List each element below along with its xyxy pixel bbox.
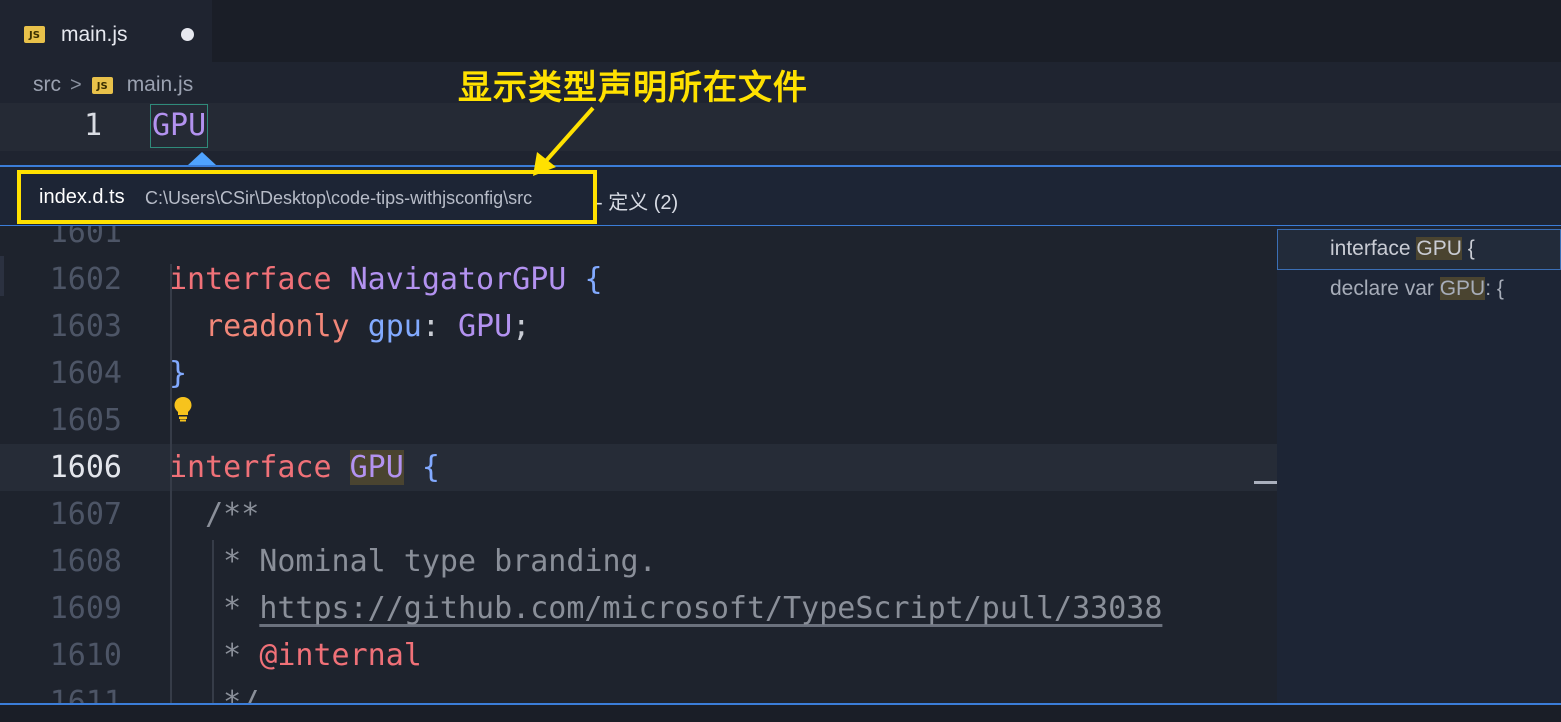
indent-guide	[170, 264, 172, 704]
code-line[interactable]: 1602 interface NavigatorGPU {	[0, 256, 1277, 303]
peek-pointer-icon	[188, 152, 216, 165]
code-token: ;	[512, 309, 531, 344]
code-line[interactable]: 1601	[0, 226, 1277, 256]
scrollbar-position-marker	[1254, 481, 1277, 484]
tab-label: main.js	[61, 23, 128, 46]
code-text: interface GPU {	[169, 444, 440, 491]
code-token: :	[421, 309, 458, 344]
code-line[interactable]: 1607 /**	[0, 491, 1277, 538]
code-line[interactable]: 1610 * @internal	[0, 632, 1277, 679]
line-number: 1602	[49, 262, 122, 297]
code-text: * Nominal type branding.	[169, 538, 657, 585]
code-token: *	[169, 591, 260, 626]
code-line[interactable]: 1608 * Nominal type branding.	[0, 538, 1277, 585]
reference-text: interface	[1330, 237, 1417, 260]
reference-text: declare var	[1330, 277, 1440, 300]
reference-text: : {	[1485, 277, 1504, 300]
code-text: * https://github.com/microsoft/TypeScrip…	[169, 585, 1162, 632]
line-number: 1610	[49, 638, 122, 673]
peek-definition-count: - 定义 (2)	[596, 192, 679, 214]
code-text: * @internal	[169, 632, 422, 679]
code-line[interactable]: 1604}	[0, 350, 1277, 397]
code-text: interface NavigatorGPU {	[169, 256, 603, 303]
code-token: GPU	[458, 309, 513, 344]
code-token[interactable]: https://github.com/microsoft/TypeScript/…	[259, 591, 1162, 626]
reference-match: GPU	[1439, 277, 1486, 300]
chevron-right-icon: >	[70, 73, 82, 96]
javascript-file-icon: JS	[24, 26, 45, 43]
code-token: gpu	[367, 309, 422, 344]
code-line-active[interactable]: 1606 interface GPU {	[0, 444, 1277, 491]
code-token: @internal	[259, 638, 422, 673]
line-number: 1	[84, 108, 103, 143]
code-line[interactable]: 1611 */	[0, 679, 1277, 704]
reference-item[interactable]: declare var GPU: {	[1330, 277, 1504, 301]
line-number: 1604	[49, 356, 122, 391]
javascript-file-icon: JS	[91, 76, 113, 94]
editor-below-peek	[0, 705, 1561, 722]
code-token: interface	[169, 450, 350, 485]
line-number: 1608	[49, 544, 122, 579]
code-text: */	[169, 679, 259, 704]
line-number: 1601	[49, 226, 122, 250]
code-token: GPU	[349, 450, 404, 485]
line-number: 1607	[49, 497, 122, 532]
reference-match: GPU	[1416, 237, 1462, 260]
code-token: NavigatorGPU	[349, 262, 567, 297]
line-number: 1606	[49, 450, 122, 485]
code-text: readonly gpu: GPU;	[169, 303, 530, 350]
code-token: {	[421, 450, 440, 485]
editor-current-line[interactable]	[0, 103, 1561, 151]
code-line[interactable]: 1603 readonly gpu: GPU;	[0, 303, 1277, 350]
line-number: 1605	[49, 403, 122, 438]
line-number: 1611	[49, 685, 122, 704]
line-number: 1603	[49, 309, 122, 344]
tab-bar: JS main.js	[0, 0, 1561, 62]
breadcrumb-file[interactable]: main.js	[127, 73, 194, 97]
breadcrumb: src > JS main.js	[33, 70, 193, 100]
code-token: interface	[169, 262, 350, 297]
code-token: /**	[169, 497, 260, 532]
code-token: {	[584, 262, 603, 297]
annotation-label: 显示类型声明所在文件	[458, 68, 808, 108]
breadcrumb-folder[interactable]: src	[33, 73, 61, 97]
code-token: */	[169, 685, 260, 704]
line-number: 1609	[49, 591, 122, 626]
code-line[interactable]: 1609 * https://github.com/microsoft/Type…	[0, 585, 1277, 632]
reference-text: {	[1461, 237, 1475, 260]
peek-code-view[interactable]: 1601 1602 interface NavigatorGPU {1603 rea…	[0, 226, 1277, 704]
code-text: /**	[169, 491, 259, 538]
code-token: *	[169, 638, 260, 673]
scrollbar-edge	[0, 256, 4, 296]
reference-item[interactable]: interface GPU {	[1330, 237, 1475, 261]
code-token: readonly	[169, 309, 368, 344]
tab-main-js[interactable]: JS main.js	[0, 0, 212, 62]
annotation-highlight-box	[17, 170, 597, 224]
lightbulb-icon[interactable]	[173, 396, 193, 422]
code-token: * Nominal type branding.	[169, 544, 657, 579]
unsaved-dot-icon[interactable]	[181, 28, 194, 41]
code-symbol-gpu[interactable]: GPU	[150, 104, 209, 148]
indent-guide	[212, 540, 214, 704]
